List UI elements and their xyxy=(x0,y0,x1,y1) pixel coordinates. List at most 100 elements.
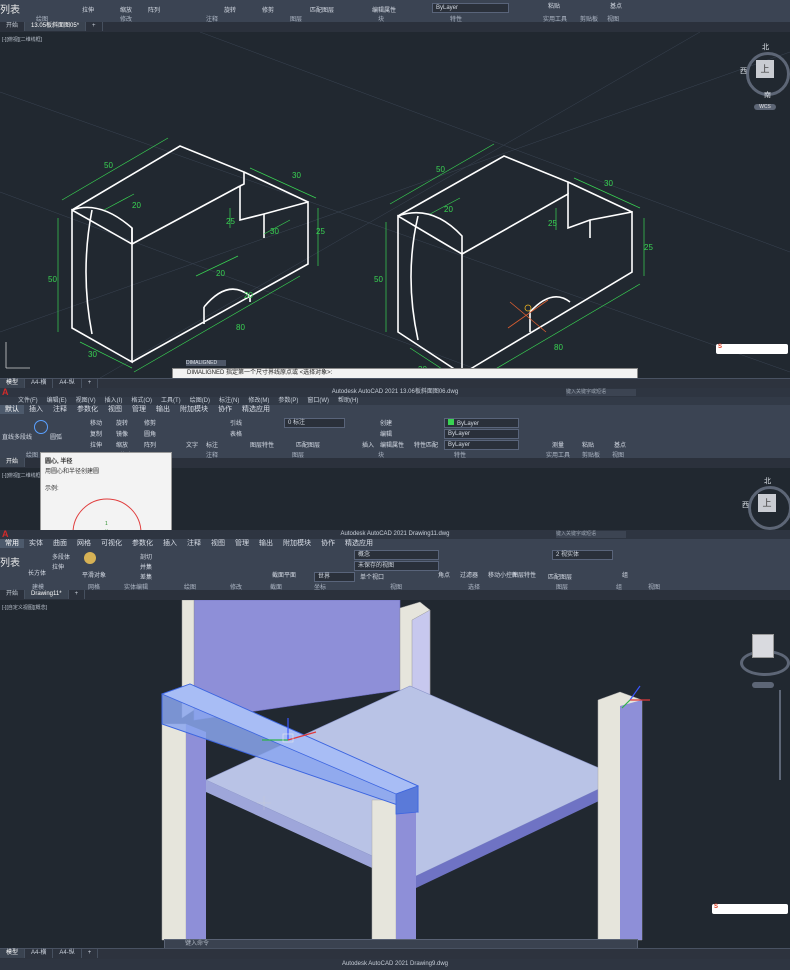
bottom-3d-canvas[interactable]: [-][自定义视图][概念] S 键入命令 xyxy=(0,600,790,950)
tab-addins[interactable]: 附加模块 xyxy=(175,405,213,414)
tab-addins[interactable]: 附加模块 xyxy=(278,539,316,548)
menu-file[interactable]: 文件(F) xyxy=(18,398,38,404)
table-tool[interactable]: 表格 xyxy=(230,429,242,438)
match-layer-tool[interactable]: 匹配图层 xyxy=(310,5,334,14)
new-layout-button[interactable]: + xyxy=(82,949,99,958)
paste-tool[interactable]: 粘贴 xyxy=(582,440,594,449)
mirror-tool[interactable]: 镜像 xyxy=(116,429,128,438)
autocad-logo-icon[interactable]: A xyxy=(2,530,9,539)
single-viewport-tool[interactable]: 单个视口 xyxy=(360,572,384,581)
fillet-tool[interactable]: 圆角 xyxy=(144,429,156,438)
visual-style-combo[interactable]: 概念 xyxy=(354,550,439,560)
layer-properties-tool[interactable]: 图层特性 xyxy=(250,440,274,449)
menu-window[interactable]: 窗口(W) xyxy=(307,398,329,404)
measure-tool[interactable]: 测量 xyxy=(552,440,564,449)
polysolid-tool[interactable]: 多段体 xyxy=(52,552,70,561)
tab-featured[interactable]: 精选应用 xyxy=(237,405,275,414)
compass-north[interactable]: 北 xyxy=(762,42,769,52)
menu-parametric[interactable]: 参数(P) xyxy=(278,398,298,404)
tab-output[interactable]: 输出 xyxy=(254,539,278,548)
move-tool[interactable]: 移动 xyxy=(90,418,102,427)
text-tool[interactable]: 文字 xyxy=(186,440,198,449)
trim-tool[interactable]: 修剪 xyxy=(262,5,274,14)
base-point-tool[interactable]: 基点 xyxy=(610,1,622,10)
linetype-combo[interactable]: ByLayer xyxy=(432,3,509,13)
trim-tool[interactable]: 修剪 xyxy=(144,418,156,427)
viewcube-3d[interactable] xyxy=(740,628,790,690)
layout-a4-landscape[interactable]: A4-横 xyxy=(25,949,54,958)
layout-model[interactable]: 模型 xyxy=(0,949,26,958)
tab-output[interactable]: 输出 xyxy=(151,405,175,414)
linetype-combo[interactable]: ByLayer xyxy=(444,429,519,439)
edit-attribute-tool[interactable]: 编辑属性 xyxy=(380,440,404,449)
tab-home[interactable]: 常用 xyxy=(0,539,24,548)
compass-south[interactable]: 南 xyxy=(764,90,771,100)
tab-manage[interactable]: 管理 xyxy=(230,539,254,548)
menu-tools[interactable]: 工具(T) xyxy=(161,398,181,404)
menu-modify[interactable]: 修改(M) xyxy=(248,398,269,404)
new-tab-button[interactable]: + xyxy=(69,590,86,599)
compass-west[interactable]: 西 xyxy=(742,500,749,510)
tab-solid[interactable]: 实体 xyxy=(24,539,48,548)
match-properties-tool[interactable]: 特性匹配 xyxy=(414,440,438,449)
menu-insert[interactable]: 插入(I) xyxy=(105,398,123,404)
menu-dimension[interactable]: 标注(N) xyxy=(219,398,239,404)
viewport-label[interactable]: [-][俯视][二维线框] xyxy=(2,472,42,479)
tab-drawing-05[interactable]: 13.05板斜面图05* xyxy=(25,22,87,31)
rotate-tool[interactable]: 旋转 xyxy=(224,5,236,14)
search-input[interactable]: 键入关键字或短语 xyxy=(566,389,636,396)
compass-north[interactable]: 北 xyxy=(764,476,771,486)
section-plane-tool[interactable]: 截面平面 xyxy=(272,570,296,579)
viewcube-cube-icon[interactable] xyxy=(752,634,774,658)
top-drawing-canvas[interactable]: [-][俯视][二维线框] 50 20 20 30 25 30 25 20 50… xyxy=(0,32,790,379)
edit-attribute-tool[interactable]: 编辑属性 xyxy=(372,5,396,14)
dimension-tool[interactable]: 标注 xyxy=(206,440,218,449)
create-block-tool[interactable]: 创建 xyxy=(380,418,392,427)
menu-draw[interactable]: 绘图(D) xyxy=(190,398,210,404)
edit-block-tool[interactable]: 编辑 xyxy=(380,429,392,438)
union-tool[interactable]: 并集 xyxy=(140,562,152,571)
line-tool[interactable]: 直线 xyxy=(2,432,14,441)
tab-drawing11[interactable]: Drawing11* xyxy=(25,590,69,599)
search-input[interactable]: 键入关键字或短语 xyxy=(556,531,626,538)
layout-a4-portrait[interactable]: A4-纵 xyxy=(53,949,82,958)
layer-properties-tool[interactable]: 图层特性 xyxy=(512,570,536,579)
layout-a4-landscape[interactable]: A4-横 xyxy=(25,379,54,388)
ime-toolbar[interactable]: S xyxy=(716,344,788,354)
menu-format[interactable]: 格式(O) xyxy=(131,398,152,404)
polyline-tool[interactable]: 多段线 xyxy=(14,432,32,441)
tab-start[interactable]: 开始 xyxy=(0,22,26,31)
compass-west[interactable]: 西 xyxy=(740,66,747,76)
autocad-logo-icon[interactable]: A xyxy=(2,388,9,397)
array-tool[interactable]: 阵列 xyxy=(144,440,156,449)
tab-insert[interactable]: 插入 xyxy=(24,405,48,414)
ime-icon[interactable]: S xyxy=(716,344,722,350)
saved-view-combo[interactable]: 未保存的视图 xyxy=(354,561,439,571)
subtract-tool[interactable]: 差集 xyxy=(140,572,152,581)
leader-tool[interactable]: 引线 xyxy=(230,418,242,427)
mid-drawing-canvas[interactable]: [-][俯视][二维线框] 圆心, 半径 用圆心和半径创建圆 示例: 1 × 北… xyxy=(0,452,790,536)
tab-mesh[interactable]: 网格 xyxy=(72,539,96,548)
command-input[interactable]: 键入命令 xyxy=(165,941,209,947)
tab-surface[interactable]: 曲面 xyxy=(48,539,72,548)
extrude-tool[interactable]: 拉伸 xyxy=(52,562,64,571)
layer-combo[interactable]: 0 标注 xyxy=(284,418,345,428)
lineweight-combo[interactable]: ByLayer xyxy=(444,440,519,450)
match-layer-tool[interactable]: 匹配图层 xyxy=(296,440,320,449)
tab-default[interactable]: 默认 xyxy=(0,405,24,414)
tab-view[interactable]: 视图 xyxy=(103,405,127,414)
wcs-menu[interactable] xyxy=(752,682,774,688)
tab-insert[interactable]: 插入 xyxy=(158,539,182,548)
viewcube[interactable]: 北 西 上 xyxy=(742,474,790,530)
match-layer-tool[interactable]: 匹配图层 xyxy=(548,572,572,581)
corner-tool[interactable]: 角点 xyxy=(438,570,450,579)
ime-toolbar[interactable]: S xyxy=(712,904,788,914)
rotate-tool[interactable]: 旋转 xyxy=(116,418,128,427)
insert-block-tool[interactable]: 插入 xyxy=(362,440,374,449)
filter-tool[interactable]: 过滤器 xyxy=(460,570,478,579)
viewcube[interactable]: 北 南 西 上 WCS xyxy=(740,40,790,110)
array-tool[interactable]: 阵列 xyxy=(148,5,160,14)
tab-manage[interactable]: 管理 xyxy=(127,405,151,414)
base-point-tool[interactable]: 基点 xyxy=(614,440,626,449)
tab-parametric[interactable]: 参数化 xyxy=(72,405,103,414)
